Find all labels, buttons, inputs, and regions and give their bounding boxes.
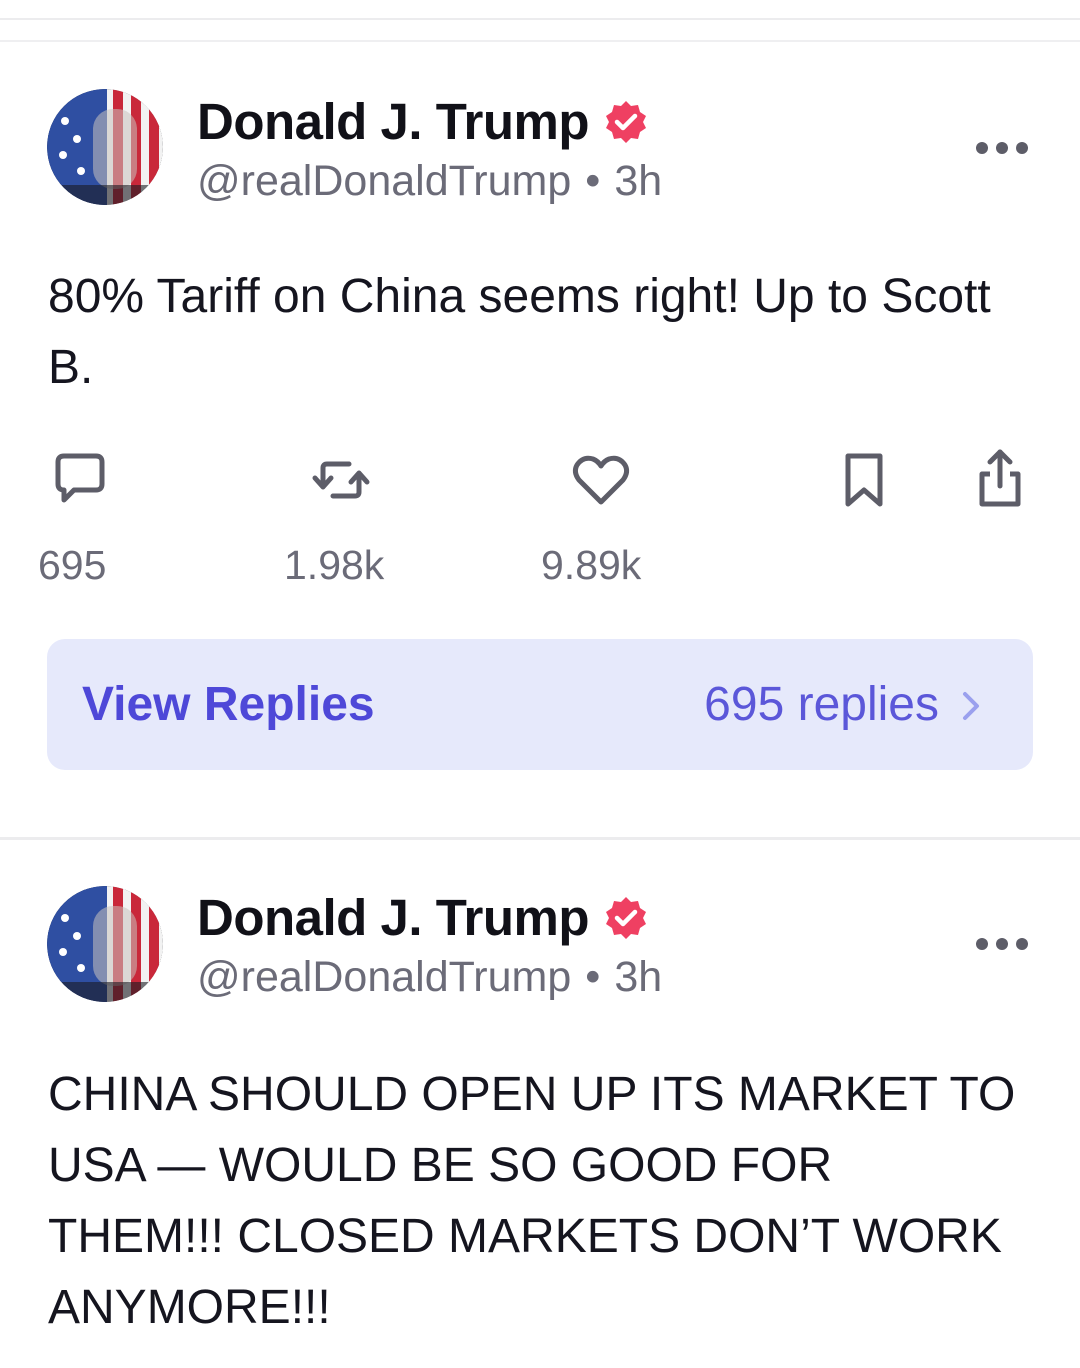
- divider: [0, 18, 1080, 20]
- post-time: 3h: [614, 157, 663, 205]
- separator: •: [585, 953, 601, 1001]
- post-text: CHINA SHOULD OPEN UP ITS MARKET TO USA —…: [48, 1068, 1016, 1334]
- more-icon[interactable]: [976, 934, 1028, 954]
- post[interactable]: Donald J. Trump @realDonaldTrump • 3h CHIN…: [0, 840, 1080, 1368]
- avatar[interactable]: [47, 886, 163, 1002]
- view-replies-label: View Replies: [82, 678, 375, 731]
- chevron-right-icon: [959, 686, 983, 726]
- verified-badge-icon: [603, 895, 649, 941]
- avatar[interactable]: [47, 89, 163, 205]
- handle-row: @realDonaldTrump • 3h: [197, 155, 662, 207]
- repost-count: 1.98k: [284, 542, 385, 588]
- share-icon[interactable]: [968, 448, 1032, 512]
- author-row: Donald J. Trump: [197, 888, 649, 948]
- reply-count: 695: [38, 542, 107, 588]
- author-handle[interactable]: @realDonaldTrump: [197, 953, 571, 1001]
- repost-icon[interactable]: [309, 448, 373, 512]
- more-icon[interactable]: [976, 138, 1028, 158]
- post[interactable]: Donald J. Trump @realDonaldTrump • 3h 80% …: [0, 42, 1080, 838]
- handle-row: @realDonaldTrump • 3h: [197, 951, 662, 1003]
- author-name[interactable]: Donald J. Trump: [197, 92, 590, 152]
- bookmark-icon[interactable]: [832, 448, 896, 512]
- like-icon[interactable]: [569, 448, 633, 512]
- separator: •: [585, 157, 601, 205]
- post-time: 3h: [614, 953, 663, 1001]
- author-handle[interactable]: @realDonaldTrump: [197, 157, 571, 205]
- post-text: 80% Tariff on China seems right! Up to S…: [48, 270, 991, 394]
- replies-count: 695 replies: [704, 678, 939, 731]
- view-replies-button[interactable]: View Replies 695 replies: [47, 639, 1033, 770]
- feed: Donald J. Trump @realDonaldTrump • 3h 80% …: [0, 0, 1080, 1368]
- verified-badge-icon: [603, 99, 649, 145]
- reply-icon[interactable]: [48, 448, 112, 512]
- like-count: 9.89k: [541, 542, 642, 588]
- author-name[interactable]: Donald J. Trump: [197, 888, 590, 948]
- author-row: Donald J. Trump: [197, 92, 649, 152]
